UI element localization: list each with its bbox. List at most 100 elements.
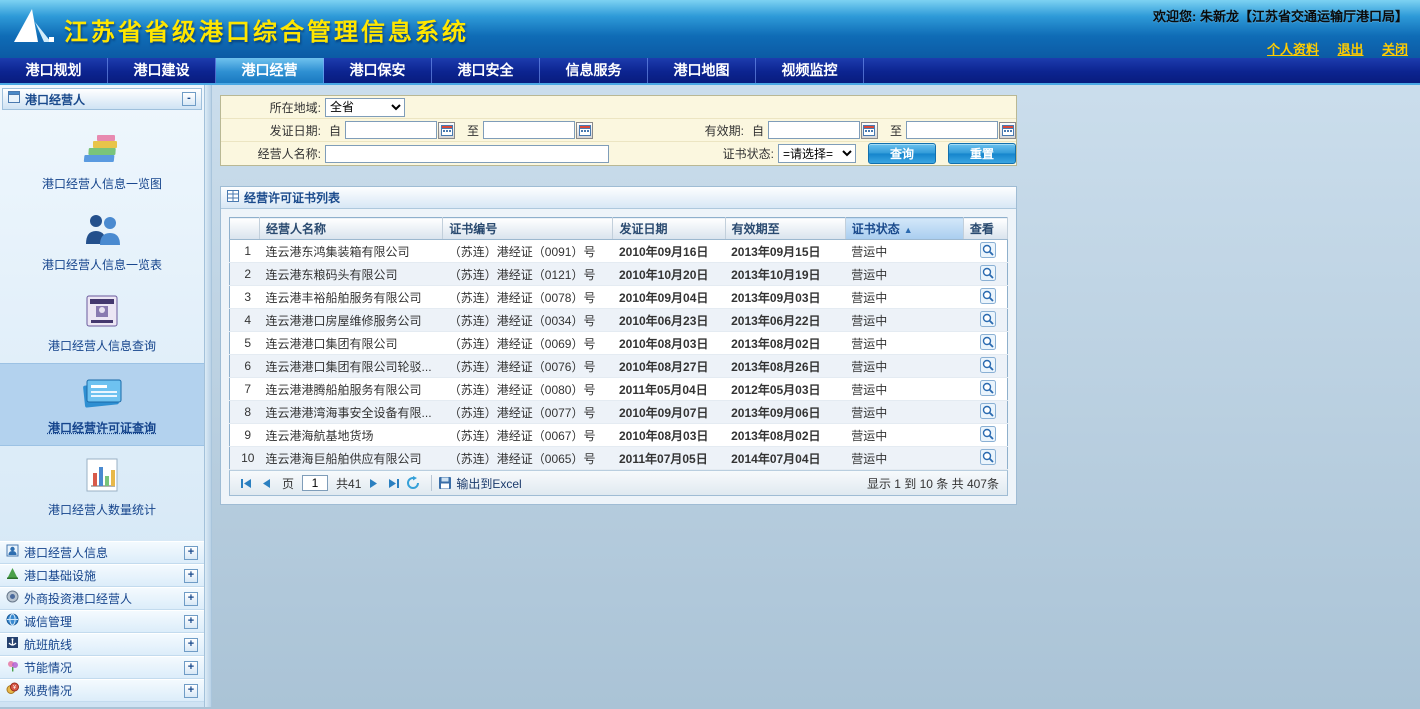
- validity-to-input[interactable]: [906, 121, 998, 139]
- accordion-item-3[interactable]: 外商投资港口经营人+: [0, 587, 204, 610]
- search-button[interactable]: 查询: [868, 143, 936, 164]
- next-page-icon[interactable]: [365, 475, 381, 491]
- expand-button[interactable]: +: [184, 546, 198, 560]
- chart-icon: [0, 454, 204, 496]
- view-magnifier-icon[interactable]: [980, 242, 996, 258]
- close-link[interactable]: 关闭: [1382, 42, 1408, 57]
- sidebar-accordion: 港口经营人信息+港口基础设施+外商投资港口经营人+诚信管理+航班航线+节能情况+…: [0, 541, 204, 702]
- column-header-1[interactable]: 经营人名称: [260, 218, 443, 240]
- nav-tab-1[interactable]: 港口规划: [0, 58, 108, 83]
- column-header-2[interactable]: 证书编号: [443, 218, 613, 240]
- column-header-3[interactable]: 发证日期: [613, 218, 725, 240]
- export-excel-button[interactable]: 输出到Excel: [438, 475, 521, 492]
- view-magnifier-icon[interactable]: [980, 334, 996, 350]
- sidebar-splitter[interactable]: [205, 85, 212, 707]
- table-row[interactable]: 3连云港丰裕船舶服务有限公司（苏连）港经证（0078）号2010年09月04日2…: [230, 286, 1008, 309]
- sidebar-menu-item-4[interactable]: 港口经营许可证查询: [0, 363, 204, 446]
- refresh-icon[interactable]: [405, 475, 421, 491]
- calendar-icon[interactable]: [861, 122, 878, 139]
- to-label: 至: [890, 122, 902, 139]
- accordion-item-2[interactable]: 港口基础设施+: [0, 564, 204, 587]
- view-magnifier-icon[interactable]: [980, 311, 996, 327]
- nav-tab-5[interactable]: 港口安全: [432, 58, 540, 83]
- nav-tab-8[interactable]: 视频监控: [756, 58, 864, 83]
- table-row[interactable]: 5连云港港口集团有限公司（苏连）港经证（0069）号2010年08月03日201…: [230, 332, 1008, 355]
- table-row[interactable]: 7连云港港腾船舶服务有限公司（苏连）港经证（0080）号2011年05月04日2…: [230, 378, 1008, 401]
- pager-separator: [431, 475, 432, 491]
- license-icon: [0, 372, 204, 414]
- view-magnifier-icon[interactable]: [980, 426, 996, 442]
- sidebar-menu-item-3[interactable]: 港口经营人信息查询: [0, 282, 204, 363]
- accordion-item-5[interactable]: 航班航线+: [0, 633, 204, 656]
- view-magnifier-icon[interactable]: [980, 288, 996, 304]
- view-magnifier-icon[interactable]: [980, 403, 996, 419]
- cert-list-title-bar: 经营许可证书列表: [221, 187, 1016, 209]
- expand-button[interactable]: +: [184, 638, 198, 652]
- profile-link[interactable]: 个人资料: [1267, 42, 1319, 57]
- idcard-icon: [0, 290, 204, 332]
- accordion-item-1[interactable]: 港口经营人信息+: [0, 541, 204, 564]
- region-select[interactable]: 全省: [325, 98, 405, 117]
- column-header-5[interactable]: 证书状态▲: [845, 218, 963, 240]
- expand-button[interactable]: +: [184, 661, 198, 675]
- validity-from-input[interactable]: [768, 121, 860, 139]
- page-number-input[interactable]: [302, 475, 328, 491]
- column-header-6[interactable]: 查看: [963, 218, 1007, 240]
- calendar-icon[interactable]: [999, 122, 1016, 139]
- cert-status-cell: 营运中: [845, 332, 963, 355]
- nav-tab-3[interactable]: 港口经营: [216, 58, 324, 83]
- accordion-item-7[interactable]: ¥规费情况+: [0, 679, 204, 702]
- last-page-icon[interactable]: [385, 475, 401, 491]
- accordion-label: 节能情况: [24, 659, 184, 676]
- nav-tab-7[interactable]: 港口地图: [648, 58, 756, 83]
- record-summary: 显示 1 到 10 条 共 407条: [867, 475, 999, 492]
- total-pages-label: 共41: [336, 475, 361, 492]
- calendar-icon[interactable]: [438, 122, 455, 139]
- table-row[interactable]: 9连云港海航基地货场（苏连）港经证（0067）号2010年08月03日2013年…: [230, 424, 1008, 447]
- expand-button[interactable]: +: [184, 615, 198, 629]
- calendar-icon[interactable]: [576, 122, 593, 139]
- valid-until-cell: 2013年08月26日: [725, 355, 845, 378]
- cert-status-cell: 营运中: [845, 286, 963, 309]
- nav-tab-6[interactable]: 信息服务: [540, 58, 648, 83]
- issue-date-to-input[interactable]: [483, 121, 575, 139]
- row-number: 7: [230, 378, 260, 401]
- accordion-item-6[interactable]: 节能情况+: [0, 656, 204, 679]
- nav-tab-4[interactable]: 港口保安: [324, 58, 432, 83]
- issue-date-cell: 2010年09月04日: [613, 286, 725, 309]
- table-row[interactable]: 6连云港港口集团有限公司轮驳...（苏连）港经证（0076）号2010年08月2…: [230, 355, 1008, 378]
- collapse-button[interactable]: -: [182, 92, 196, 106]
- accordion-item-4[interactable]: 诚信管理+: [0, 610, 204, 633]
- view-magnifier-icon[interactable]: [980, 449, 996, 465]
- expand-button[interactable]: +: [184, 569, 198, 583]
- first-page-icon[interactable]: [238, 475, 254, 491]
- row-number: 10: [230, 447, 260, 470]
- issue-date-from-input[interactable]: [345, 121, 437, 139]
- table-row[interactable]: 2连云港东粮码头有限公司（苏连）港经证（0121）号2010年10月20日201…: [230, 263, 1008, 286]
- logout-link[interactable]: 退出: [1338, 42, 1364, 57]
- sidebar-menu-item-5[interactable]: 港口经营人数量统计: [0, 446, 204, 527]
- expand-button[interactable]: +: [184, 592, 198, 606]
- from-label: 自: [329, 122, 341, 139]
- view-magnifier-icon[interactable]: [980, 380, 996, 396]
- sidebar-menu-item-1[interactable]: 港口经营人信息一览图: [0, 120, 204, 201]
- view-cell: [963, 378, 1007, 401]
- expand-button[interactable]: +: [184, 684, 198, 698]
- view-magnifier-icon[interactable]: [980, 357, 996, 373]
- issue-date-cell: 2010年06月23日: [613, 309, 725, 332]
- table-row[interactable]: 4连云港港口房屋维修服务公司（苏连）港经证（0034）号2010年06月23日2…: [230, 309, 1008, 332]
- prev-page-icon[interactable]: [258, 475, 274, 491]
- column-header-4[interactable]: 有效期至: [725, 218, 845, 240]
- accordion-label: 航班航线: [24, 636, 184, 653]
- table-row[interactable]: 1连云港东鸿集装箱有限公司（苏连）港经证（0091）号2010年09月16日20…: [230, 240, 1008, 263]
- sidebar-menu-item-2[interactable]: 港口经营人信息一览表: [0, 201, 204, 282]
- reset-button[interactable]: 重置: [948, 143, 1016, 164]
- cert-status-cell: 营运中: [845, 240, 963, 263]
- nav-tab-2[interactable]: 港口建设: [108, 58, 216, 83]
- cert-status-select[interactable]: =请选择=: [778, 144, 856, 163]
- table-row[interactable]: 8连云港港湾海事安全设备有限...（苏连）港经证（0077）号2010年09月0…: [230, 401, 1008, 424]
- view-magnifier-icon[interactable]: [980, 265, 996, 281]
- operator-name-input[interactable]: [325, 145, 609, 163]
- table-row[interactable]: 10连云港海巨船舶供应有限公司（苏连）港经证（0065）号2011年07月05日…: [230, 447, 1008, 470]
- sort-ascending-icon: ▲: [904, 225, 913, 235]
